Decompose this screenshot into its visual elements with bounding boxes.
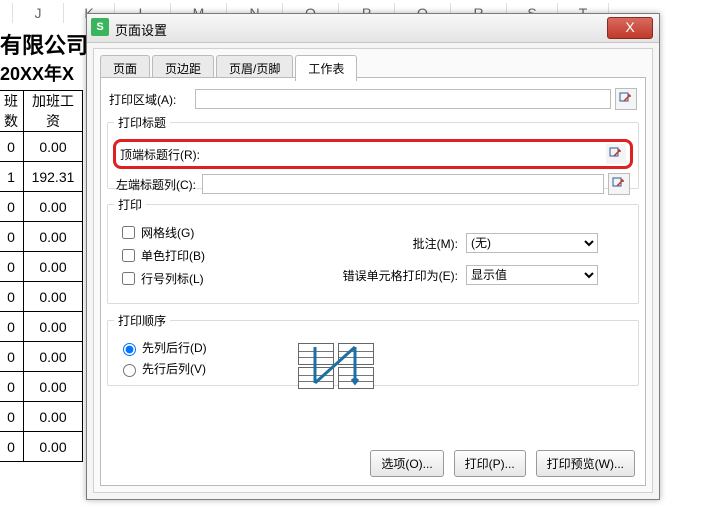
blackwhite-check-input[interactable] xyxy=(122,249,135,262)
column-letter[interactable]: J xyxy=(13,3,64,23)
tab-sheet[interactable]: 工作表 xyxy=(295,55,357,81)
table-row: 00.00 xyxy=(0,432,83,462)
cell[interactable]: 0.00 xyxy=(24,342,83,372)
page-setup-dialog: S 页面设置 X 页面 页边距 页眉/页脚 工作表 打印区域(A): xyxy=(86,13,660,500)
left-cols-label: 左端标题列(C): xyxy=(116,176,202,193)
print-area-ref-icon[interactable] xyxy=(615,88,637,110)
cell[interactable]: 0 xyxy=(0,132,24,162)
app-icon: S xyxy=(91,18,109,36)
background-table: 班数 加班工资 00.001192.3100.0000.0000.0000.00… xyxy=(0,90,83,462)
print-order-group: 打印顺序 先列后行(D) 先行后列(V) xyxy=(107,312,639,386)
sheet-subtitle-fragment: 20XX年X xyxy=(0,60,74,86)
comments-select[interactable]: (无) xyxy=(466,233,598,253)
print-area-input[interactable] xyxy=(195,89,611,109)
cell[interactable]: 192.31 xyxy=(24,162,83,192)
cell[interactable]: 0 xyxy=(0,432,24,462)
print-titles-group: 打印标题 顶端标题行(R): 左端标题列(C): xyxy=(107,114,639,189)
cell[interactable]: 0 xyxy=(0,372,24,402)
down-then-over-input[interactable] xyxy=(123,343,136,356)
print-button[interactable]: 打印(P)... xyxy=(454,450,526,477)
comments-label: 批注(M): xyxy=(328,235,466,252)
over-then-down-input[interactable] xyxy=(123,364,136,377)
table-row: 00.00 xyxy=(0,282,83,312)
cell[interactable]: 0 xyxy=(0,192,24,222)
cell[interactable]: 0 xyxy=(0,222,24,252)
rowcolhdr-checkbox[interactable]: 行号列标(L) xyxy=(118,269,288,288)
hdr-col0-l2: 数 xyxy=(4,113,18,129)
table-row: 00.00 xyxy=(0,192,83,222)
print-order-figure xyxy=(298,343,376,387)
cell[interactable]: 0 xyxy=(0,342,24,372)
cell[interactable]: 0.00 xyxy=(24,312,83,342)
dialog-title: 页面设置 xyxy=(115,20,167,39)
over-then-down-radio[interactable]: 先行后列(V) xyxy=(118,360,207,377)
gridlines-checkbox[interactable]: 网格线(G) xyxy=(118,223,288,242)
down-then-over-label: 先列后行(D) xyxy=(142,339,207,356)
left-cols-input[interactable] xyxy=(202,174,604,194)
blackwhite-checkbox[interactable]: 单色打印(B) xyxy=(118,246,288,265)
table-row: 00.00 xyxy=(0,252,83,282)
hdr-col1-l2: 资 xyxy=(46,113,60,129)
rowcolhdr-label: 行号列标(L) xyxy=(141,270,204,287)
hdr-col1-l1: 加班工 xyxy=(32,93,74,109)
table-row: 00.00 xyxy=(0,312,83,342)
table-row: 00.00 xyxy=(0,342,83,372)
titlebar[interactable]: S 页面设置 X xyxy=(87,14,659,43)
print-preview-button[interactable]: 打印预览(W)... xyxy=(536,450,635,477)
cell[interactable]: 0.00 xyxy=(24,222,83,252)
cell[interactable]: 0.00 xyxy=(24,192,83,222)
cell[interactable]: 0.00 xyxy=(24,132,83,162)
top-rows-label: 顶端标题行(R): xyxy=(120,146,206,163)
print-area-label: 打印区域(A): xyxy=(109,91,195,108)
cell[interactable]: 1 xyxy=(0,162,24,192)
table-row: 1192.31 xyxy=(0,162,83,192)
close-button[interactable]: X xyxy=(607,17,653,39)
top-rows-input[interactable] xyxy=(206,144,602,164)
cell[interactable]: 0 xyxy=(0,402,24,432)
table-row: 00.00 xyxy=(0,132,83,162)
print-titles-legend: 打印标题 xyxy=(114,114,170,131)
cell[interactable]: 0.00 xyxy=(24,372,83,402)
cell[interactable]: 0.00 xyxy=(24,402,83,432)
gridlines-check-input[interactable] xyxy=(122,226,135,239)
button-bar: 选项(O)... 打印(P)... 打印预览(W)... xyxy=(370,450,635,477)
print-legend: 打印 xyxy=(114,196,146,213)
table-row: 00.00 xyxy=(0,222,83,252)
left-cols-ref-icon[interactable] xyxy=(608,173,630,195)
cell[interactable]: 0.00 xyxy=(24,432,83,462)
cell[interactable]: 0 xyxy=(0,282,24,312)
cell[interactable]: 0 xyxy=(0,252,24,282)
cell[interactable]: 0 xyxy=(0,312,24,342)
sheet-panel: 打印区域(A): 打印标题 顶端标题行(R): xyxy=(100,77,646,486)
hdr-col0-l1: 班 xyxy=(4,93,18,109)
errors-label: 错误单元格打印为(E): xyxy=(328,267,466,284)
print-group: 打印 网格线(G) 单色打印(B) 行号列标(L) xyxy=(107,196,639,304)
down-then-over-radio[interactable]: 先列后行(D) xyxy=(118,339,207,356)
sheet-title-fragment: 有限公司 xyxy=(0,28,88,60)
top-rows-ref-icon[interactable] xyxy=(606,144,626,164)
cell[interactable]: 0.00 xyxy=(24,252,83,282)
column-letter[interactable] xyxy=(0,3,13,23)
gridlines-label: 网格线(G) xyxy=(141,224,194,241)
rowcolhdr-check-input[interactable] xyxy=(122,272,135,285)
errors-select[interactable]: 显示值 xyxy=(466,265,598,285)
cell[interactable]: 0.00 xyxy=(24,282,83,312)
options-button[interactable]: 选项(O)... xyxy=(370,450,443,477)
over-then-down-label: 先行后列(V) xyxy=(142,360,206,377)
blackwhite-label: 单色打印(B) xyxy=(141,247,205,264)
table-row: 00.00 xyxy=(0,402,83,432)
print-order-legend: 打印顺序 xyxy=(114,312,170,329)
table-row: 00.00 xyxy=(0,372,83,402)
